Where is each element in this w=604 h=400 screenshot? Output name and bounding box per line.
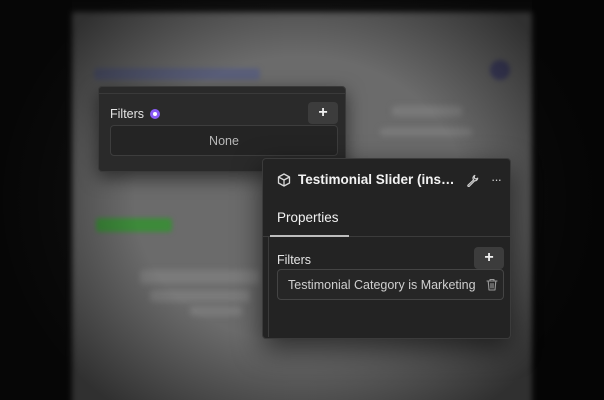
background-avatar-blur [490, 60, 510, 80]
filters-label: Filters [277, 253, 312, 267]
cube-icon [277, 173, 291, 187]
filter-rule-item[interactable]: Testimonial Category is Marketing [277, 269, 504, 300]
add-filter-button[interactable]: + [474, 247, 504, 269]
background-text-blur [392, 106, 462, 116]
panel-title: Testimonial Slider (instance) [298, 172, 458, 187]
background-text-blur [190, 306, 242, 316]
filters-label-text: Filters [110, 107, 145, 121]
background-left-area [0, 0, 72, 400]
element-settings-panel: Testimonial Slider (instance) ··· Proper… [262, 158, 511, 339]
background-text-blur [380, 128, 472, 136]
more-icon[interactable]: ··· [491, 173, 502, 186]
background-right-area [532, 0, 604, 400]
add-filter-button[interactable]: + [308, 102, 338, 124]
background-text-blur [140, 270, 260, 284]
panel-header: Testimonial Slider (instance) ··· [263, 159, 510, 199]
background-button-blur [96, 218, 172, 232]
filters-label: Filters [110, 107, 161, 121]
panel-divider [99, 93, 345, 94]
panel-left-rail [268, 237, 269, 337]
background-text-blur [150, 290, 250, 302]
wrench-icon[interactable] [466, 174, 479, 187]
tab-properties[interactable]: Properties [277, 210, 339, 225]
trash-icon[interactable] [486, 278, 498, 291]
filter-value-text: None [209, 133, 239, 148]
filter-rule-text: Testimonial Category is Marketing [288, 278, 476, 292]
dot-badge-icon [150, 109, 161, 119]
filter-value-field[interactable]: None [110, 125, 338, 156]
background-heading-blur [94, 68, 260, 80]
active-tab-indicator [270, 235, 349, 237]
